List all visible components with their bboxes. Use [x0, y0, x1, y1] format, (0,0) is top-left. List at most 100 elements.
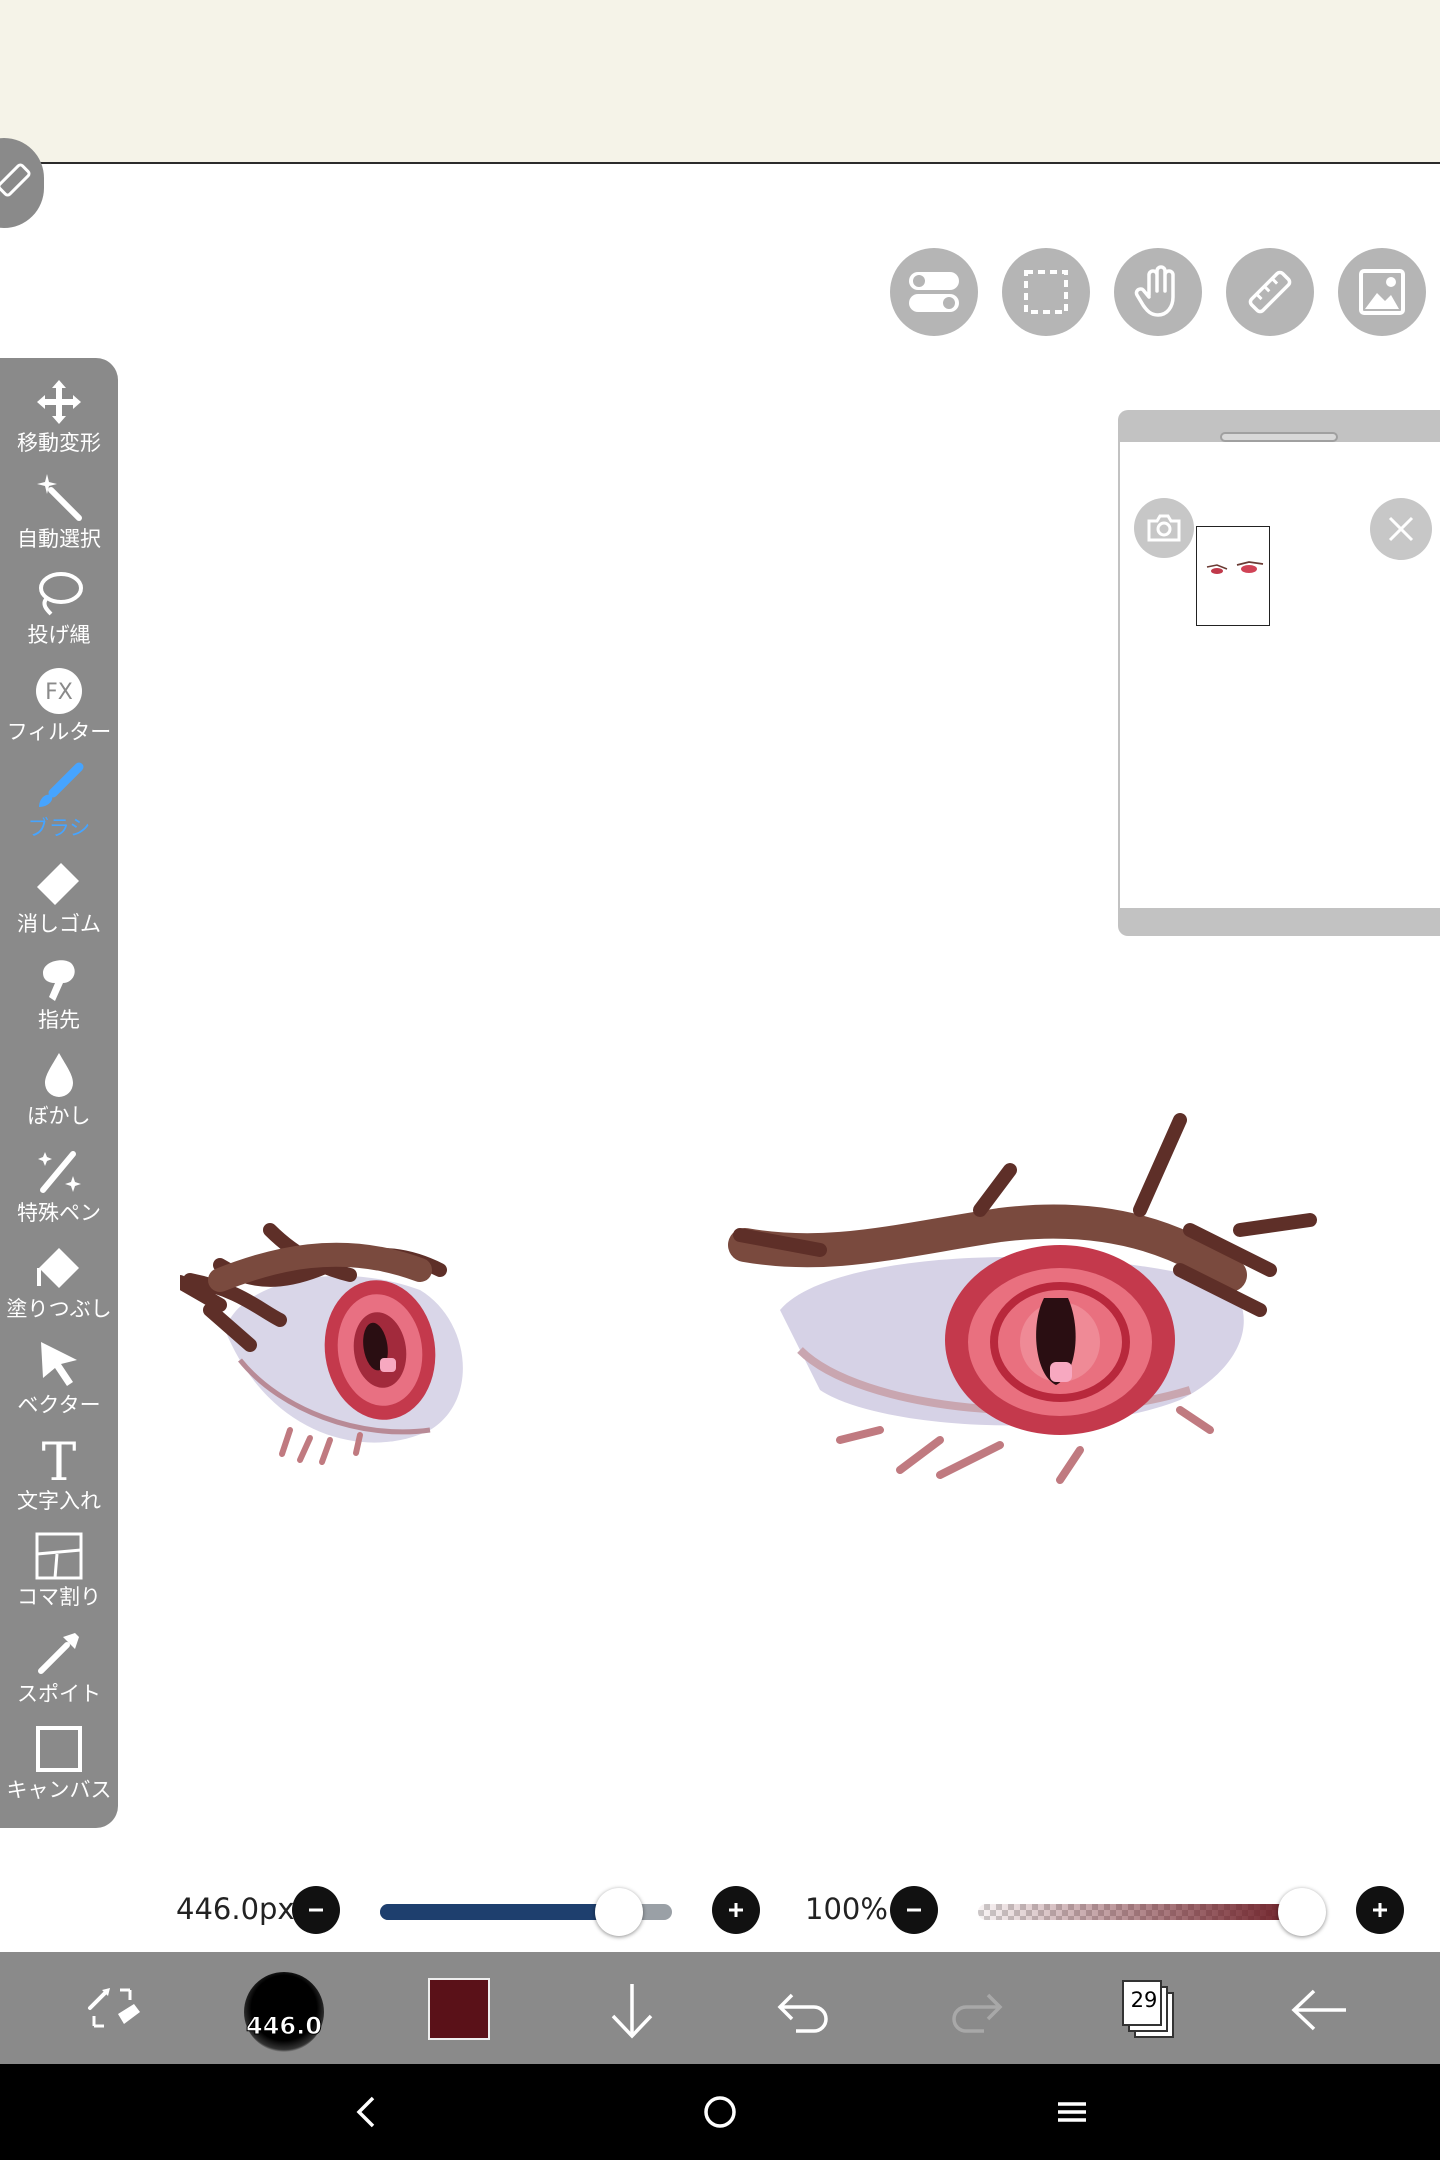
- selection-button[interactable]: [1002, 248, 1090, 336]
- brush-preview-size-label: 446.0: [246, 2012, 323, 2041]
- tool-brush[interactable]: ブラシ: [0, 757, 118, 853]
- menu-icon: [1058, 2102, 1086, 2122]
- tool-canvas[interactable]: キャンバス: [0, 1719, 118, 1815]
- plus-icon: [729, 1903, 743, 1917]
- opacity-increase-button[interactable]: [1356, 1886, 1404, 1934]
- tool-magic-wand[interactable]: 自動選択: [0, 468, 118, 564]
- tool-label: 自動選択: [17, 527, 101, 552]
- canvas-icon: [29, 1721, 89, 1777]
- droplet-icon: [29, 1047, 89, 1103]
- ruler-button[interactable]: [1226, 248, 1314, 336]
- minus-icon: [907, 1908, 921, 1912]
- navigator-thumbnail[interactable]: [1196, 526, 1270, 626]
- tool-filter[interactable]: FX フィルター: [0, 661, 118, 757]
- tool-label: 投げ縄: [27, 623, 91, 648]
- navigator-close-button[interactable]: [1370, 498, 1432, 560]
- cursor-icon: [29, 1336, 89, 1392]
- layer-count: 29: [1130, 1988, 1158, 2012]
- plus-icon: [1373, 1903, 1387, 1917]
- eraser-icon: [29, 855, 89, 911]
- navigator-view[interactable]: [1120, 442, 1440, 908]
- fill-icon: [29, 1240, 89, 1296]
- canvas-artwork[interactable]: [180, 1110, 1410, 1550]
- opacity-decrease-button[interactable]: [890, 1886, 938, 1934]
- brush-size-slider[interactable]: [380, 1888, 672, 1936]
- lasso-icon: [29, 566, 89, 622]
- minus-icon: [309, 1908, 323, 1912]
- system-home-button[interactable]: [690, 2082, 750, 2142]
- redo-button[interactable]: [936, 1970, 1016, 2050]
- move-icon: [29, 374, 89, 430]
- brush-preview-button[interactable]: 446.0: [244, 1972, 324, 2052]
- tool-label: 移動変形: [17, 431, 101, 455]
- layers-button[interactable]: 29: [1122, 1980, 1174, 2038]
- tool-label: コマ割り: [17, 1585, 101, 1610]
- tool-label: 消しゴム: [17, 912, 101, 936]
- tool-move[interactable]: 移動変形: [0, 372, 118, 468]
- tool-label: 指先: [38, 1008, 80, 1033]
- brush-eraser-swap-icon: [88, 1988, 140, 2028]
- brush-size-slider-knob[interactable]: [595, 1888, 644, 1936]
- right-eye-drawing: [728, 1113, 1317, 1484]
- home-circle-icon: [704, 2096, 736, 2128]
- tool-blur[interactable]: ぼかし: [0, 1045, 118, 1141]
- tool-label: スポイト: [17, 1681, 101, 1706]
- tool-eraser[interactable]: 消しゴム: [0, 853, 118, 949]
- opacity-slider-knob[interactable]: [1278, 1888, 1326, 1936]
- magic-wand-icon: [29, 470, 89, 526]
- finger-icon: [29, 951, 89, 1007]
- toggle-icon: [909, 272, 959, 312]
- hand-icon: [1134, 265, 1175, 317]
- tool-text[interactable]: T 文字入れ: [0, 1430, 118, 1526]
- tool-label: 文字入れ: [17, 1489, 101, 1514]
- svg-text:FX: FX: [45, 680, 73, 705]
- tool-lasso[interactable]: 投げ縄: [0, 564, 118, 660]
- top-bar: [0, 0, 1440, 164]
- navigator-drag-handle[interactable]: [1220, 432, 1338, 442]
- hand-tool-button[interactable]: [1114, 248, 1202, 336]
- tool-frame[interactable]: コマ割り: [0, 1526, 118, 1622]
- tool-vector[interactable]: ベクター: [0, 1334, 118, 1430]
- layer-toggle-button[interactable]: [890, 248, 978, 336]
- color-picker-button[interactable]: [428, 1978, 490, 2040]
- tool-label: フィルター: [6, 719, 112, 744]
- back-button[interactable]: [1280, 1970, 1360, 2050]
- close-icon: [1388, 516, 1414, 542]
- camera-icon: [1147, 514, 1181, 542]
- tool-label: キャンバス: [6, 1777, 112, 1802]
- opacity-slider[interactable]: [978, 1888, 1326, 1936]
- download-button[interactable]: [592, 1970, 672, 2050]
- tool-label: ブラシ: [27, 815, 91, 840]
- tool-smudge[interactable]: 指先: [0, 949, 118, 1045]
- undo-button[interactable]: [764, 1970, 844, 2050]
- app-root: 移動変形自動選択投げ縄 FX フィルターブラシ消しゴム指先ぼかし特殊ペン塗りつぶしベ…: [0, 0, 1440, 2160]
- opacity-value: 100%: [805, 1892, 888, 1926]
- brush-settings-row: 446.0px 100%: [0, 1876, 1440, 1946]
- tool-eyedropper[interactable]: スポイト: [0, 1623, 118, 1719]
- tool-label: 特殊ペン: [17, 1200, 101, 1225]
- system-navigation-bar: [0, 2064, 1440, 2160]
- tool-label: 塗りつぶし: [6, 1296, 112, 1321]
- tool-special-pen[interactable]: 特殊ペン: [0, 1142, 118, 1238]
- image-icon: [1359, 269, 1405, 315]
- text-icon: T: [29, 1432, 89, 1488]
- selection-icon: [1024, 270, 1068, 314]
- thumbnail-eyes: [1206, 561, 1264, 574]
- material-button[interactable]: [1338, 248, 1426, 336]
- sparkle-pen-icon: [29, 1144, 89, 1200]
- transform-eraser-toggle-button[interactable]: [74, 1970, 154, 2050]
- system-back-button[interactable]: [336, 2082, 396, 2142]
- fx-icon: FX: [29, 663, 89, 719]
- brush-size-increase-button[interactable]: [712, 1886, 760, 1934]
- system-menu-button[interactable]: [1042, 2082, 1102, 2142]
- tool-label: ベクター: [17, 1393, 101, 1417]
- navigator-snapshot-button[interactable]: [1134, 498, 1194, 558]
- brush-icon: [29, 759, 89, 815]
- navigator-panel[interactable]: [1118, 410, 1440, 936]
- tool-fill[interactable]: 塗りつぶし: [0, 1238, 118, 1334]
- brush-size-decrease-button[interactable]: [292, 1886, 340, 1934]
- chevron-left-icon: [356, 2096, 375, 2128]
- arrow-left-icon: [1291, 1989, 1346, 2031]
- brush-size-slider-fill: [380, 1904, 620, 1920]
- frame-divider-icon: [29, 1528, 89, 1584]
